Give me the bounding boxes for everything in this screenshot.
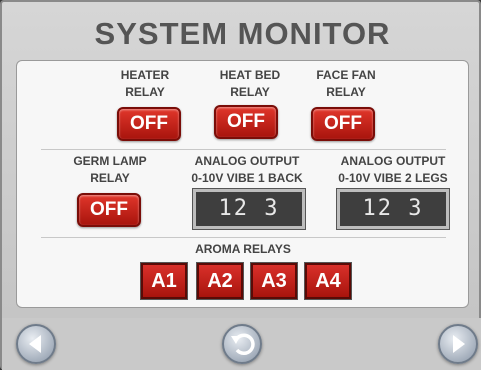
heater-relay-label-line1: HEATER [120, 68, 170, 82]
analog-output-1-label-line2: 0-10V VIBE 1 BACK [191, 171, 303, 185]
heater-relay-label-line2: RELAY [125, 85, 165, 99]
forward-button[interactable] [438, 324, 478, 364]
face-fan-relay-label-line1: FACE FAN [316, 68, 376, 82]
face-fan-relay-button[interactable]: OFF [311, 107, 375, 141]
germ-lamp-relay-label-line1: GERM LAMP [73, 154, 147, 168]
undo-icon [231, 333, 255, 355]
heat-bed-relay-label: HEAT BED RELAY [205, 67, 295, 101]
heater-relay-button[interactable]: OFF [117, 107, 181, 141]
analog-output-1-display: 12 3 [192, 188, 306, 230]
face-fan-relay-label: FACE FAN RELAY [301, 67, 391, 101]
aroma-relay-a1-button[interactable]: A1 [140, 262, 188, 300]
aroma-relays-label: AROMA RELAYS [195, 242, 291, 256]
germ-lamp-relay-button[interactable]: OFF [77, 193, 141, 227]
aroma-relay-a4-button[interactable]: A4 [304, 262, 352, 300]
heat-bed-relay-label-line1: HEAT BED [219, 68, 281, 82]
heater-relay-label: HEATER RELAY [105, 67, 185, 101]
analog-output-2-label-line2: 0-10V VIBE 2 LEGS [338, 171, 448, 185]
back-button[interactable] [16, 324, 56, 364]
analog-output-2-label: ANALOG OUTPUT 0-10V VIBE 2 LEGS [323, 153, 463, 187]
analog-output-1-label-line1: ANALOG OUTPUT [194, 154, 300, 168]
analog-output-2-display: 12 3 [336, 188, 450, 230]
analog-output-1-label: ANALOG OUTPUT 0-10V VIBE 1 BACK [177, 153, 317, 187]
row-divider [41, 149, 446, 150]
heat-bed-relay-button[interactable]: OFF [214, 105, 278, 139]
face-fan-relay-label-line2: RELAY [326, 85, 366, 99]
aroma-relay-a2-button[interactable]: A2 [196, 262, 244, 300]
return-button[interactable] [222, 324, 262, 364]
left-arrow-icon [29, 335, 41, 353]
page-title: SYSTEM MONITOR [94, 16, 391, 51]
system-monitor-screen: SYSTEM MONITOR HEATER RELAY OFF HEAT BED… [0, 0, 481, 370]
aroma-relay-a3-button[interactable]: A3 [250, 262, 298, 300]
analog-output-2-label-line1: ANALOG OUTPUT [340, 154, 446, 168]
navigation-bar [2, 318, 481, 370]
row-divider [41, 237, 446, 238]
heat-bed-relay-label-line2: RELAY [230, 85, 270, 99]
control-panel: HEATER RELAY OFF HEAT BED RELAY OFF FACE… [16, 60, 469, 308]
germ-lamp-relay-label-line2: RELAY [90, 171, 130, 185]
germ-lamp-relay-label: GERM LAMP RELAY [65, 153, 155, 187]
right-arrow-icon [453, 335, 465, 353]
